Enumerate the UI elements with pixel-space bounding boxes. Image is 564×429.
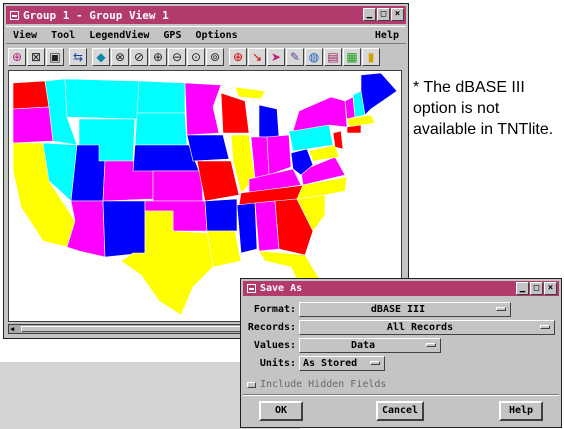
window-menu-icon[interactable] [10, 10, 19, 20]
menu-help[interactable]: Help [368, 30, 406, 41]
dialog-title: Save As [260, 283, 303, 294]
pan-icon[interactable]: ◆ [92, 48, 110, 66]
records-label: Records: [247, 321, 296, 333]
state-iowa [186, 134, 230, 162]
state-minnesota [184, 82, 222, 136]
state-kansas [152, 170, 204, 202]
tntlite-note: * The dBASE III option is not available … [413, 79, 554, 138]
dialog-maximize-button[interactable]: □ [530, 282, 543, 295]
units-row: Units: As Stored [245, 354, 557, 372]
include-hidden-fields-toggle[interactable]: Include Hidden Fields [247, 379, 386, 390]
color-icon[interactable]: ▦ [343, 48, 361, 66]
state-wisconsin [220, 92, 250, 134]
zoom-out-step-icon[interactable]: ⊘ [130, 48, 148, 66]
minimize-button[interactable]: ▁ [363, 8, 376, 21]
menu-view[interactable]: View [6, 30, 44, 41]
include-hidden-checkbox[interactable] [247, 381, 256, 388]
fit-window-icon[interactable]: ▣ [46, 48, 64, 66]
select-icon[interactable]: ⊕ [229, 48, 247, 66]
dialog-divider [243, 394, 559, 396]
dropdown-indicator-icon [540, 325, 550, 329]
values-value: Data [350, 339, 376, 351]
state-oregon [12, 106, 54, 144]
records-value: All Records [386, 321, 454, 333]
values-row: Values: Data [245, 336, 557, 354]
format-value: dBASE III [370, 303, 426, 315]
state-nebraska [132, 144, 200, 172]
scrollbar-thumb[interactable] [21, 326, 251, 332]
menu-legendview[interactable]: LegendView [82, 30, 156, 41]
main-window-title: Group 1 - Group View 1 [23, 8, 169, 22]
format-label: Format: [253, 303, 296, 315]
scroll-left-icon[interactable]: ◀ [10, 326, 18, 333]
dropdown-indicator-icon [426, 343, 436, 347]
maximize-button[interactable]: □ [377, 8, 390, 21]
units-value: As Stored [303, 357, 358, 369]
state-louisiana [206, 230, 242, 268]
state-arkansas [204, 198, 238, 232]
zoom-next-icon[interactable]: ⊚ [206, 48, 224, 66]
legend-icon[interactable]: ▮ [362, 48, 380, 66]
records-row: Records: All Records [245, 318, 557, 336]
zoom-box-icon[interactable]: ⊠ [27, 48, 45, 66]
values-label: Values: [253, 339, 296, 351]
state-mississippi [236, 202, 258, 254]
state-south-dakota [134, 112, 188, 146]
dropdown-indicator-icon [370, 361, 380, 365]
dialog-window-menu-icon[interactable] [247, 284, 256, 293]
zoom-out-icon[interactable]: ⊖ [168, 48, 186, 66]
state-montana [64, 78, 140, 120]
dialog-close-button[interactable]: × [544, 282, 557, 295]
arrow-select-icon[interactable]: ↘ [248, 48, 266, 66]
cancel-button[interactable]: Cancel [376, 401, 424, 421]
layer-controls-icon[interactable]: ▤ [324, 48, 342, 66]
state-ohio [266, 134, 292, 176]
menu-gps[interactable]: GPS [156, 30, 188, 41]
help-button[interactable]: Help [499, 401, 543, 421]
dialog-titlebar[interactable]: Save As ▁ □ × [243, 281, 559, 296]
include-hidden-label: Include Hidden Fields [260, 379, 387, 390]
records-dropdown[interactable]: All Records [299, 319, 555, 335]
close-button[interactable]: × [391, 8, 404, 21]
state-new-mexico [102, 200, 146, 258]
zoom-in-icon[interactable]: ⊕ [149, 48, 167, 66]
state-missouri [196, 160, 240, 202]
menu-bar: View Tool LegendView GPS Options Help [6, 26, 406, 44]
state-maine [360, 72, 398, 116]
redraw-icon[interactable]: ⇆ [69, 48, 87, 66]
state-washington [12, 80, 50, 110]
state-michigan-up [234, 86, 266, 100]
main-titlebar[interactable]: Group 1 - Group View 1 ▁ □ × [6, 6, 406, 24]
state-north-dakota [136, 80, 186, 114]
state-michigan [258, 104, 280, 138]
state-arizona [66, 200, 106, 258]
save-as-dialog: Save As ▁ □ × Format: dBASE III Records:… [240, 278, 562, 428]
zoom-full-icon[interactable]: ⊕ [8, 48, 26, 66]
format-row: Format: dBASE III [245, 300, 557, 318]
edit-icon[interactable]: ✎ [286, 48, 304, 66]
menu-tool[interactable]: Tool [44, 30, 82, 41]
toolbar: ⊕ ⊠ ▣ ⇆ ◆ ⊗ ⊘ ⊕ ⊖ ⊙ ⊚ ⊕ ↘ ➤ ✎ ◍ ▤ ▦ ▮ [8, 46, 406, 68]
ok-button[interactable]: OK [259, 401, 303, 421]
units-label: Units: [259, 357, 296, 369]
zoom-in-step-icon[interactable]: ⊗ [111, 48, 129, 66]
pointer-icon[interactable]: ➤ [267, 48, 285, 66]
dialog-minimize-button[interactable]: ▁ [516, 282, 529, 295]
menu-options[interactable]: Options [188, 30, 244, 41]
format-dropdown[interactable]: dBASE III [299, 301, 511, 317]
values-dropdown[interactable]: Data [299, 337, 441, 353]
dropdown-indicator-icon [496, 307, 506, 311]
zoom-prev-icon[interactable]: ⊙ [187, 48, 205, 66]
state-new-york [292, 96, 348, 132]
units-dropdown[interactable]: As Stored [299, 355, 385, 371]
measure-icon[interactable]: ◍ [305, 48, 323, 66]
